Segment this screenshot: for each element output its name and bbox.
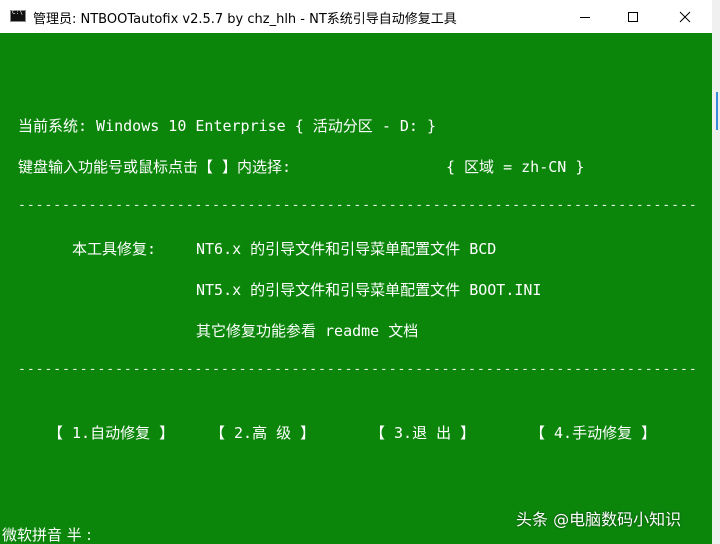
menu-manual-repair[interactable]: 【 4.手动修复 】 bbox=[530, 422, 656, 443]
menu-auto-repair[interactable]: 【 1.自动修复 】 bbox=[48, 422, 174, 443]
close-icon bbox=[679, 11, 691, 22]
edge-accent bbox=[716, 92, 718, 130]
repair-item-nt5: NT5.x 的引导文件和引导菜单配置文件 BOOT.INI bbox=[196, 281, 542, 299]
current-system-line: 当前系统: Windows 10 Enterprise { 活动分区 - D: … bbox=[18, 117, 437, 135]
title-bar[interactable]: 管理员: NTBOOTautofix v2.5.7 by chz_hlh - N… bbox=[0, 0, 712, 33]
console-icon bbox=[10, 9, 26, 22]
separator-top: ----------------------------------------… bbox=[18, 198, 696, 213]
desktop-edge bbox=[712, 0, 720, 544]
ime-status: 微软拼音 半 : bbox=[2, 526, 92, 544]
maximize-button[interactable] bbox=[610, 0, 656, 33]
console-window: 管理员: NTBOOTautofix v2.5.7 by chz_hlh - N… bbox=[0, 0, 712, 544]
repair-item-nt6: NT6.x 的引导文件和引导菜单配置文件 BCD bbox=[196, 240, 497, 258]
separator-bottom: ----------------------------------------… bbox=[18, 362, 696, 377]
watermark: 头条 @电脑数码小知识 bbox=[516, 510, 682, 529]
repair-label: 本工具修复: bbox=[72, 240, 157, 258]
minimize-button[interactable] bbox=[562, 0, 608, 33]
repair-item-readme: 其它修复功能参看 readme 文档 bbox=[196, 322, 419, 340]
maximize-icon bbox=[628, 11, 638, 22]
console-content: 当前系统: Windows 10 Enterprise { 活动分区 - D: … bbox=[0, 33, 712, 544]
minimize-icon bbox=[580, 16, 590, 18]
menu-exit[interactable]: 【 3.退 出 】 bbox=[370, 422, 475, 443]
prompt-line: 键盘输入功能号或鼠标点击【 】内选择: bbox=[18, 158, 292, 176]
menu-advanced[interactable]: 【 2.高 级 】 bbox=[210, 422, 315, 443]
region-line: { 区域 = zh-CN } bbox=[446, 158, 585, 176]
close-button[interactable] bbox=[662, 0, 708, 33]
window-title: 管理员: NTBOOTautofix v2.5.7 by chz_hlh - N… bbox=[33, 12, 457, 27]
